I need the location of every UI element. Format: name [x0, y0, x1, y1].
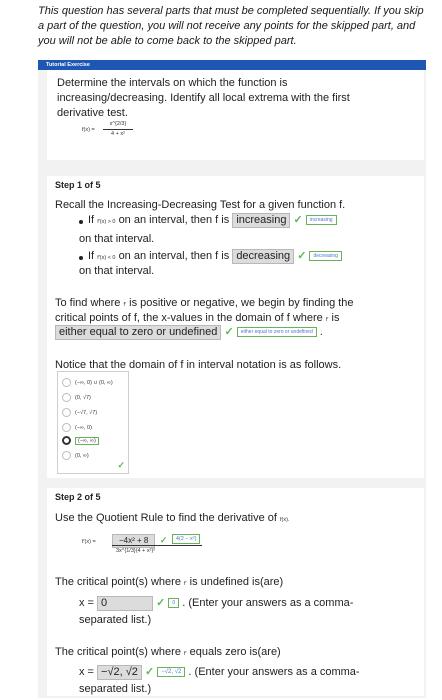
- comma-note: . (Enter your answers as a comma-: [188, 666, 360, 678]
- derivative-feedback: 4(2 − x²): [171, 533, 201, 544]
- separated-note: separated list.): [79, 683, 152, 695]
- radio-button[interactable]: [62, 378, 71, 387]
- bullet1-line: If f′(x) > 0 on an interval, then f is i…: [88, 213, 337, 230]
- bullet1-answer-box[interactable]: increasing: [232, 213, 291, 228]
- option-label-selected: (−∞, ∞): [75, 436, 99, 445]
- radio-button[interactable]: [62, 451, 71, 460]
- tutorial-label: Tutorial Exercise: [46, 62, 90, 68]
- zero-pre: The critical point(s) where: [55, 646, 181, 658]
- fraction-bar: [103, 129, 133, 130]
- derivative-fraction-bar: [112, 545, 202, 546]
- undefined-answer-box[interactable]: 0: [97, 596, 154, 611]
- check-icon: ✓: [297, 250, 307, 262]
- option-label: (0, ∞): [75, 452, 89, 459]
- option-row-selected[interactable]: (−∞, ∞): [62, 436, 99, 445]
- step2-intro-fx: f(x).: [280, 517, 290, 523]
- bullet1-feedback: increasing: [305, 215, 337, 226]
- option-row[interactable]: (0, √7): [62, 393, 91, 402]
- radio-button-selected[interactable]: [62, 436, 71, 445]
- option-row[interactable]: (0, ∞): [62, 451, 89, 460]
- comma-note: . (Enter your answers as a comma-: [182, 597, 354, 609]
- function-lhs: f(x) =: [82, 127, 95, 133]
- problem-text: Determine the intervals on which the fun…: [57, 77, 350, 119]
- bullet2-mid: on an interval, then f is: [118, 250, 230, 262]
- bullet1-if: If: [88, 214, 95, 226]
- function-denominator: 4 + x²: [111, 131, 125, 137]
- option-label: (0, √7): [75, 394, 91, 401]
- critical-answer-box[interactable]: either equal to zero or undefined: [55, 325, 222, 340]
- check-icon: ✓: [224, 326, 234, 338]
- bullet2-if: If: [88, 250, 95, 262]
- zero-post: equals zero is(are): [189, 646, 281, 658]
- para2-pre: critical points of f, the x-values in th…: [55, 312, 323, 324]
- bullet1-post: on that interval.: [79, 233, 155, 245]
- function-numerator: x^{2/3}: [109, 121, 127, 127]
- option-label: (−∞, 0): [75, 424, 92, 431]
- option-row[interactable]: (−∞, 0): [62, 423, 92, 432]
- option-row[interactable]: (−∞, 0) ∪ (0, ∞): [62, 378, 113, 387]
- check-icon: ✓: [144, 666, 155, 678]
- check-icon: ✓: [293, 214, 303, 226]
- bullet2-post: on that interval.: [79, 265, 155, 277]
- zero-answer-row: x = −√2, √2 ✓ −√2, √2 . (Enter your answ…: [79, 665, 360, 680]
- step1-intro: Recall the Increasing-Decreasing Test fo…: [55, 199, 346, 211]
- zero-feedback: −√2, √2: [157, 667, 186, 678]
- x-equals: x =: [79, 666, 94, 678]
- undefined-feedback: 0: [168, 598, 180, 609]
- derivative-lhs: f′(x) =: [82, 539, 96, 545]
- undefined-prompt: The critical point(s) where f′ is undefi…: [55, 575, 283, 592]
- option-label: (−√7, √7): [75, 409, 98, 416]
- bullet-dot: [79, 256, 83, 260]
- step2-intro-text: Use the Quotient Rule to find the deriva…: [55, 512, 277, 524]
- separated-note: separated list.): [79, 614, 152, 626]
- check-icon: ✓: [159, 535, 168, 545]
- intro-notice: This question has several parts that mus…: [38, 5, 424, 47]
- critical-answer-line: either equal to zero or undefined ✓ eith…: [55, 325, 323, 340]
- radio-button[interactable]: [62, 423, 71, 432]
- bullet1-mid: on an interval, then f is: [118, 214, 230, 226]
- radio-button[interactable]: [62, 393, 71, 402]
- option-label: (−∞, 0) ∪ (0, ∞): [75, 379, 113, 386]
- domain-options: (−∞, 0) ∪ (0, ∞) (0, √7) (−√7, √7) (−∞, …: [57, 371, 129, 474]
- x-equals: x =: [79, 597, 94, 609]
- para2-post: is: [331, 312, 340, 324]
- step2-title: Step 2 of 5: [55, 492, 101, 502]
- derivative-denominator: 3x^{1/3}(4 + x²)²: [116, 548, 156, 554]
- bullet2-condition: f′(x) < 0: [97, 255, 116, 261]
- fprime-symbol: f′: [123, 302, 127, 308]
- critical-feedback: either equal to zero or undefined: [236, 327, 317, 338]
- step2-intro: Use the Quotient Rule to find the deriva…: [55, 511, 290, 528]
- para1-pre: To find where: [55, 297, 121, 309]
- step1-title: Step 1 of 5: [55, 180, 101, 190]
- bullet2-answer-box[interactable]: decreasing: [232, 249, 295, 264]
- fprime-symbol: f′: [325, 317, 329, 323]
- para1-post: is positive or negative, we begin by fin…: [129, 297, 354, 309]
- zero-answer-box[interactable]: −√2, √2: [97, 665, 142, 680]
- check-icon: ✓: [117, 460, 125, 470]
- undefined-post: is undefined is(are): [189, 576, 284, 588]
- zero-prompt: The critical point(s) where f′ equals ze…: [55, 645, 281, 662]
- bullet2-feedback: decreasing: [309, 251, 342, 262]
- fprime-symbol: f′: [184, 651, 187, 657]
- bullet1-condition: f′(x) > 0: [97, 219, 116, 225]
- undefined-pre: The critical point(s) where: [55, 576, 181, 588]
- bullet-dot: [79, 220, 83, 224]
- undefined-answer-row: x = 0 ✓ 0 . (Enter your answers as a com…: [79, 596, 353, 611]
- option-row[interactable]: (−√7, √7): [62, 408, 97, 417]
- check-icon: ✓: [156, 597, 166, 609]
- radio-button[interactable]: [62, 408, 71, 417]
- fprime-symbol: f′: [184, 581, 187, 587]
